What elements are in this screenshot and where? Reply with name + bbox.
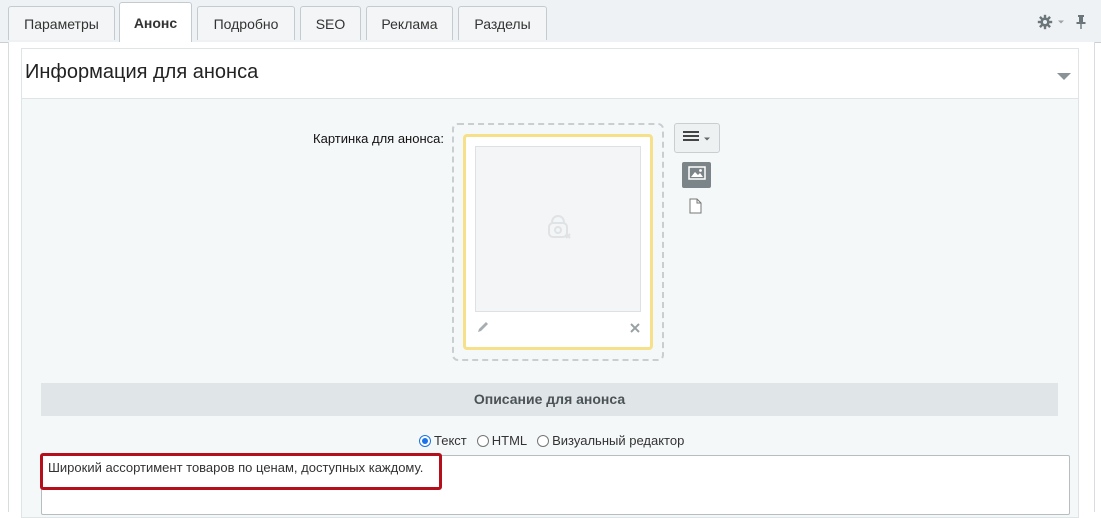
image-dropzone[interactable] [452,123,664,361]
image-mode-button[interactable] [682,162,711,188]
mode-label-html: HTML [491,433,528,448]
mode-option-html[interactable]: HTML [476,433,528,448]
tab-seo[interactable]: SEO [300,6,361,40]
chevron-down-icon[interactable] [1057,19,1065,25]
tab-parameters[interactable]: Параметры [8,6,115,40]
tab-sections[interactable]: Разделы [458,6,547,40]
mode-label-visual-editor: Визуальный редактор [552,433,685,448]
section-title: Информация для анонса [25,61,259,83]
section-body: Картинка для анонса: Описание для анонса… [21,98,1079,518]
tabs-bar: Параметры Анонс Подробно SEO Реклама Раз… [0,0,1101,43]
file-icon[interactable] [689,198,702,219]
mode-label-text: Текст [434,433,467,448]
description-mode-selector: Текст HTML Визуальный редактор [419,433,694,448]
image-icon [687,165,706,185]
mode-option-visual-editor[interactable]: Визуальный редактор [537,433,684,448]
camera-icon [543,212,573,247]
pin-icon[interactable] [1075,14,1087,30]
description-text: Широкий ассортимент товаров по ценам, до… [48,460,424,475]
gear-icon[interactable] [1037,14,1053,30]
image-menu-button[interactable] [674,123,720,153]
description-textarea[interactable]: Широкий ассортимент товаров по ценам, до… [41,455,1070,515]
collapse-arrow-icon[interactable] [1056,69,1072,87]
radio-visual-editor[interactable] [537,434,550,447]
image-card[interactable] [463,134,653,350]
tab-tools [1037,12,1087,32]
image-placeholder[interactable] [475,146,641,312]
description-header: Описание для анонса [41,383,1058,416]
tab-advertising[interactable]: Реклама [366,6,453,40]
radio-html[interactable] [476,434,489,447]
mode-option-text[interactable]: Текст [419,433,467,448]
tab-details[interactable]: Подробно [197,6,295,40]
main-panel: Информация для анонса Картинка для анонс… [8,42,1095,518]
tab-announcement[interactable]: Анонс [119,2,192,42]
pencil-icon[interactable] [476,320,490,339]
radio-text[interactable] [419,434,431,447]
chevron-down-icon [703,129,711,147]
section-header[interactable]: Информация для анонса [21,48,1079,98]
preview-image-label: Картинка для анонса: [313,131,444,146]
menu-icon [683,129,699,147]
close-icon[interactable] [629,321,641,339]
